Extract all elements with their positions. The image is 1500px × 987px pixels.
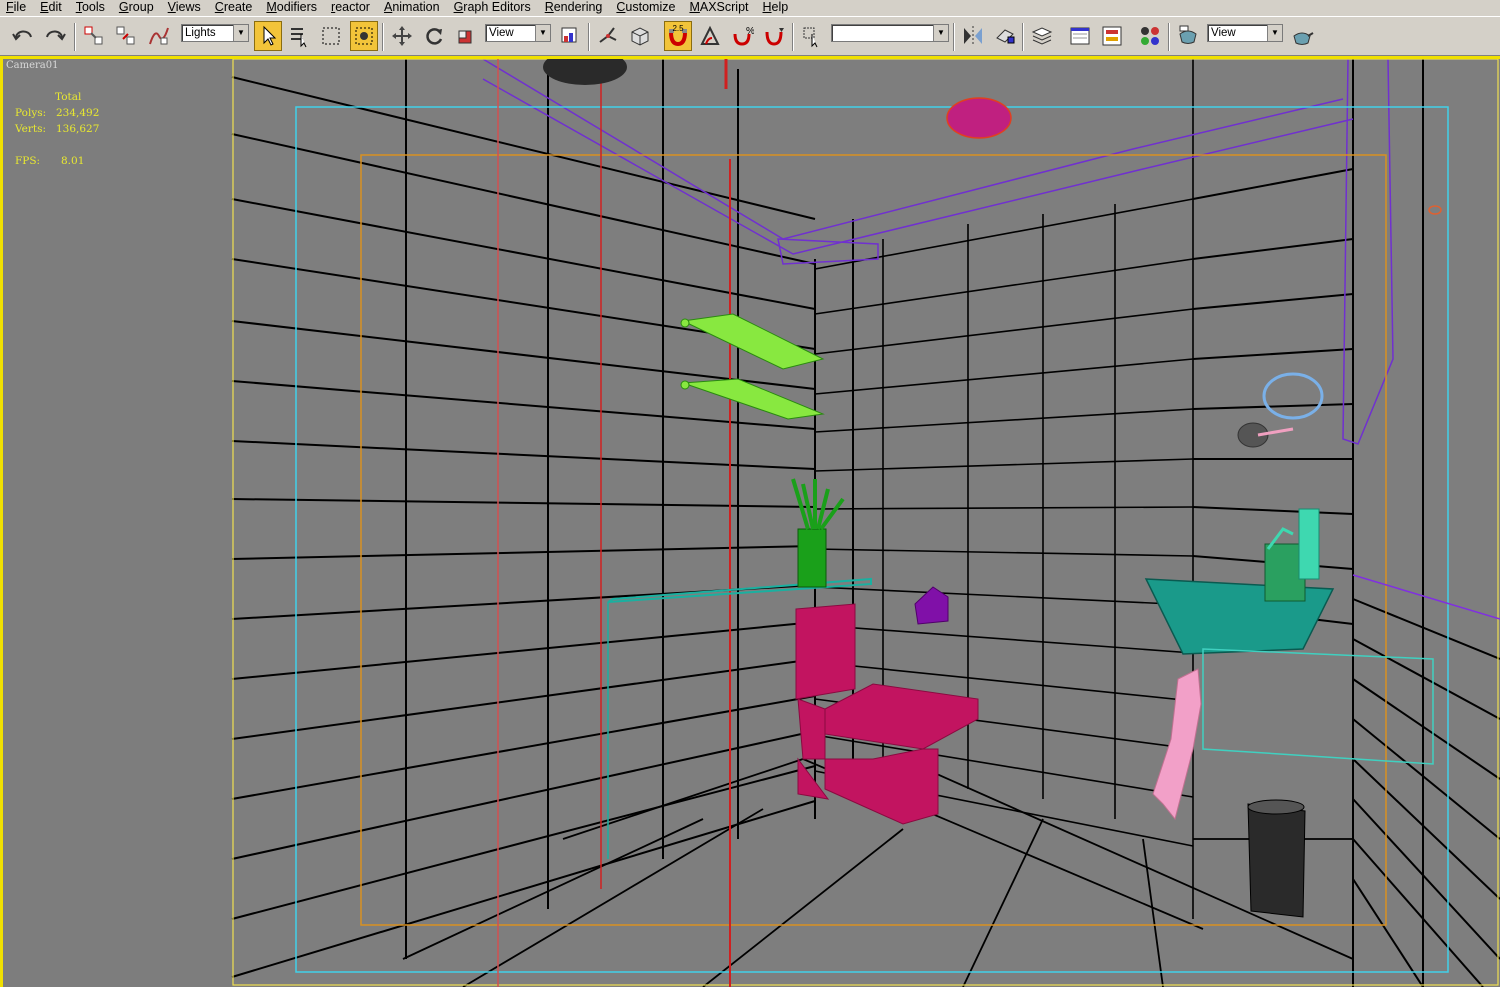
menu-tools[interactable]: Tools <box>70 0 113 16</box>
menu-maxscript[interactable]: MAXScript <box>683 0 756 16</box>
menu-edit[interactable]: Edit <box>34 0 70 16</box>
verts-label: Verts: <box>15 123 46 135</box>
viewport-label[interactable]: Camera01 <box>6 60 58 71</box>
spinner-snap-icon[interactable] <box>760 21 788 51</box>
menu-views[interactable]: Views <box>162 0 209 16</box>
menu-file[interactable]: File <box>0 0 34 16</box>
menu-bar: File Edit Tools Group Views Create Modif… <box>0 0 1500 16</box>
angle-snap-icon[interactable] <box>696 21 724 51</box>
render-scene-icon[interactable] <box>1174 21 1202 51</box>
polys-label: Polys: <box>15 107 47 119</box>
percent-snap-icon[interactable]: % <box>728 21 756 51</box>
scale-icon[interactable] <box>452 21 480 51</box>
toolbar-separator <box>588 23 590 51</box>
menu-help[interactable]: Help <box>757 0 797 16</box>
verts-value: 136,627 <box>56 123 100 135</box>
fps-label: FPS: <box>15 155 41 167</box>
ceiling-light <box>946 97 1012 139</box>
ref-coord-value: View <box>489 27 514 39</box>
menu-create[interactable]: Create <box>209 0 261 16</box>
rectangular-selection-icon[interactable] <box>317 21 345 51</box>
main-toolbar: Lights ▼ View ▼ 2.5 % <box>0 16 1500 56</box>
menu-rendering[interactable]: Rendering <box>539 0 611 16</box>
chevron-down-icon: ▼ <box>535 25 550 41</box>
toolbar-separator <box>74 23 76 51</box>
chevron-down-icon: ▼ <box>933 25 948 41</box>
snap-toggle-icon[interactable]: 2.5 <box>664 21 692 51</box>
material-editor-icon[interactable] <box>1136 21 1164 51</box>
bind-to-space-warp-icon[interactable] <box>145 21 173 51</box>
manipulate-icon[interactable] <box>594 21 622 51</box>
curve-editor-icon[interactable] <box>1066 21 1094 51</box>
camera-viewport[interactable]: Camera01 Total Polys: 234,492 Verts: 136… <box>3 59 1500 987</box>
svg-text:%: % <box>746 26 754 37</box>
render-type-dropdown[interactable]: View ▼ <box>1207 24 1283 42</box>
redo-icon[interactable] <box>41 21 69 51</box>
chevron-down-icon: ▼ <box>233 25 248 41</box>
reference-coordinate-dropdown[interactable]: View ▼ <box>485 24 551 42</box>
fps-value: 8.01 <box>61 155 85 167</box>
menu-group[interactable]: Group <box>113 0 162 16</box>
schematic-view-icon[interactable] <box>1098 21 1126 51</box>
polys-value: 234,492 <box>56 107 100 119</box>
selection-filter-value: Lights <box>185 27 216 39</box>
scene-wireframe <box>231 59 1500 987</box>
use-pivot-icon[interactable] <box>556 21 584 51</box>
edit-named-selection-icon[interactable] <box>798 21 826 51</box>
layer-manager-icon[interactable] <box>1028 21 1056 51</box>
move-icon[interactable] <box>388 21 416 51</box>
menu-animation[interactable]: Animation <box>378 0 448 16</box>
select-and-link-icon[interactable] <box>80 21 108 51</box>
menu-reactor[interactable]: reactor <box>325 0 378 16</box>
quick-render-icon[interactable] <box>1288 21 1316 51</box>
waste-bin <box>1247 799 1306 918</box>
select-object-icon[interactable] <box>254 21 282 51</box>
menu-graph-editors[interactable]: Graph Editors <box>448 0 539 16</box>
rotate-icon[interactable] <box>420 21 448 51</box>
toolbar-separator <box>953 23 955 51</box>
window-crossing-icon[interactable] <box>350 21 378 51</box>
mirror-icon[interactable] <box>959 21 987 51</box>
stats-title: Total <box>55 91 82 103</box>
toolbar-separator <box>382 23 384 51</box>
toolbar-separator <box>792 23 794 51</box>
toolbar-separator <box>1022 23 1024 51</box>
chevron-down-icon: ▼ <box>1267 25 1282 41</box>
undo-icon[interactable] <box>9 21 37 51</box>
keyboard-shortcut-override-icon[interactable] <box>626 21 654 51</box>
render-type-value: View <box>1211 27 1236 39</box>
selection-filter-dropdown[interactable]: Lights ▼ <box>181 24 249 42</box>
select-by-name-icon[interactable] <box>285 21 313 51</box>
named-selection-set-dropdown[interactable]: ▼ <box>831 24 949 42</box>
toolbar-separator <box>1168 23 1170 51</box>
align-icon[interactable] <box>991 21 1019 51</box>
unlink-icon[interactable] <box>112 21 140 51</box>
snap-value-label: 2.5 <box>672 24 684 33</box>
menu-customize[interactable]: Customize <box>610 0 683 16</box>
menu-modifiers[interactable]: Modifiers <box>260 0 325 16</box>
